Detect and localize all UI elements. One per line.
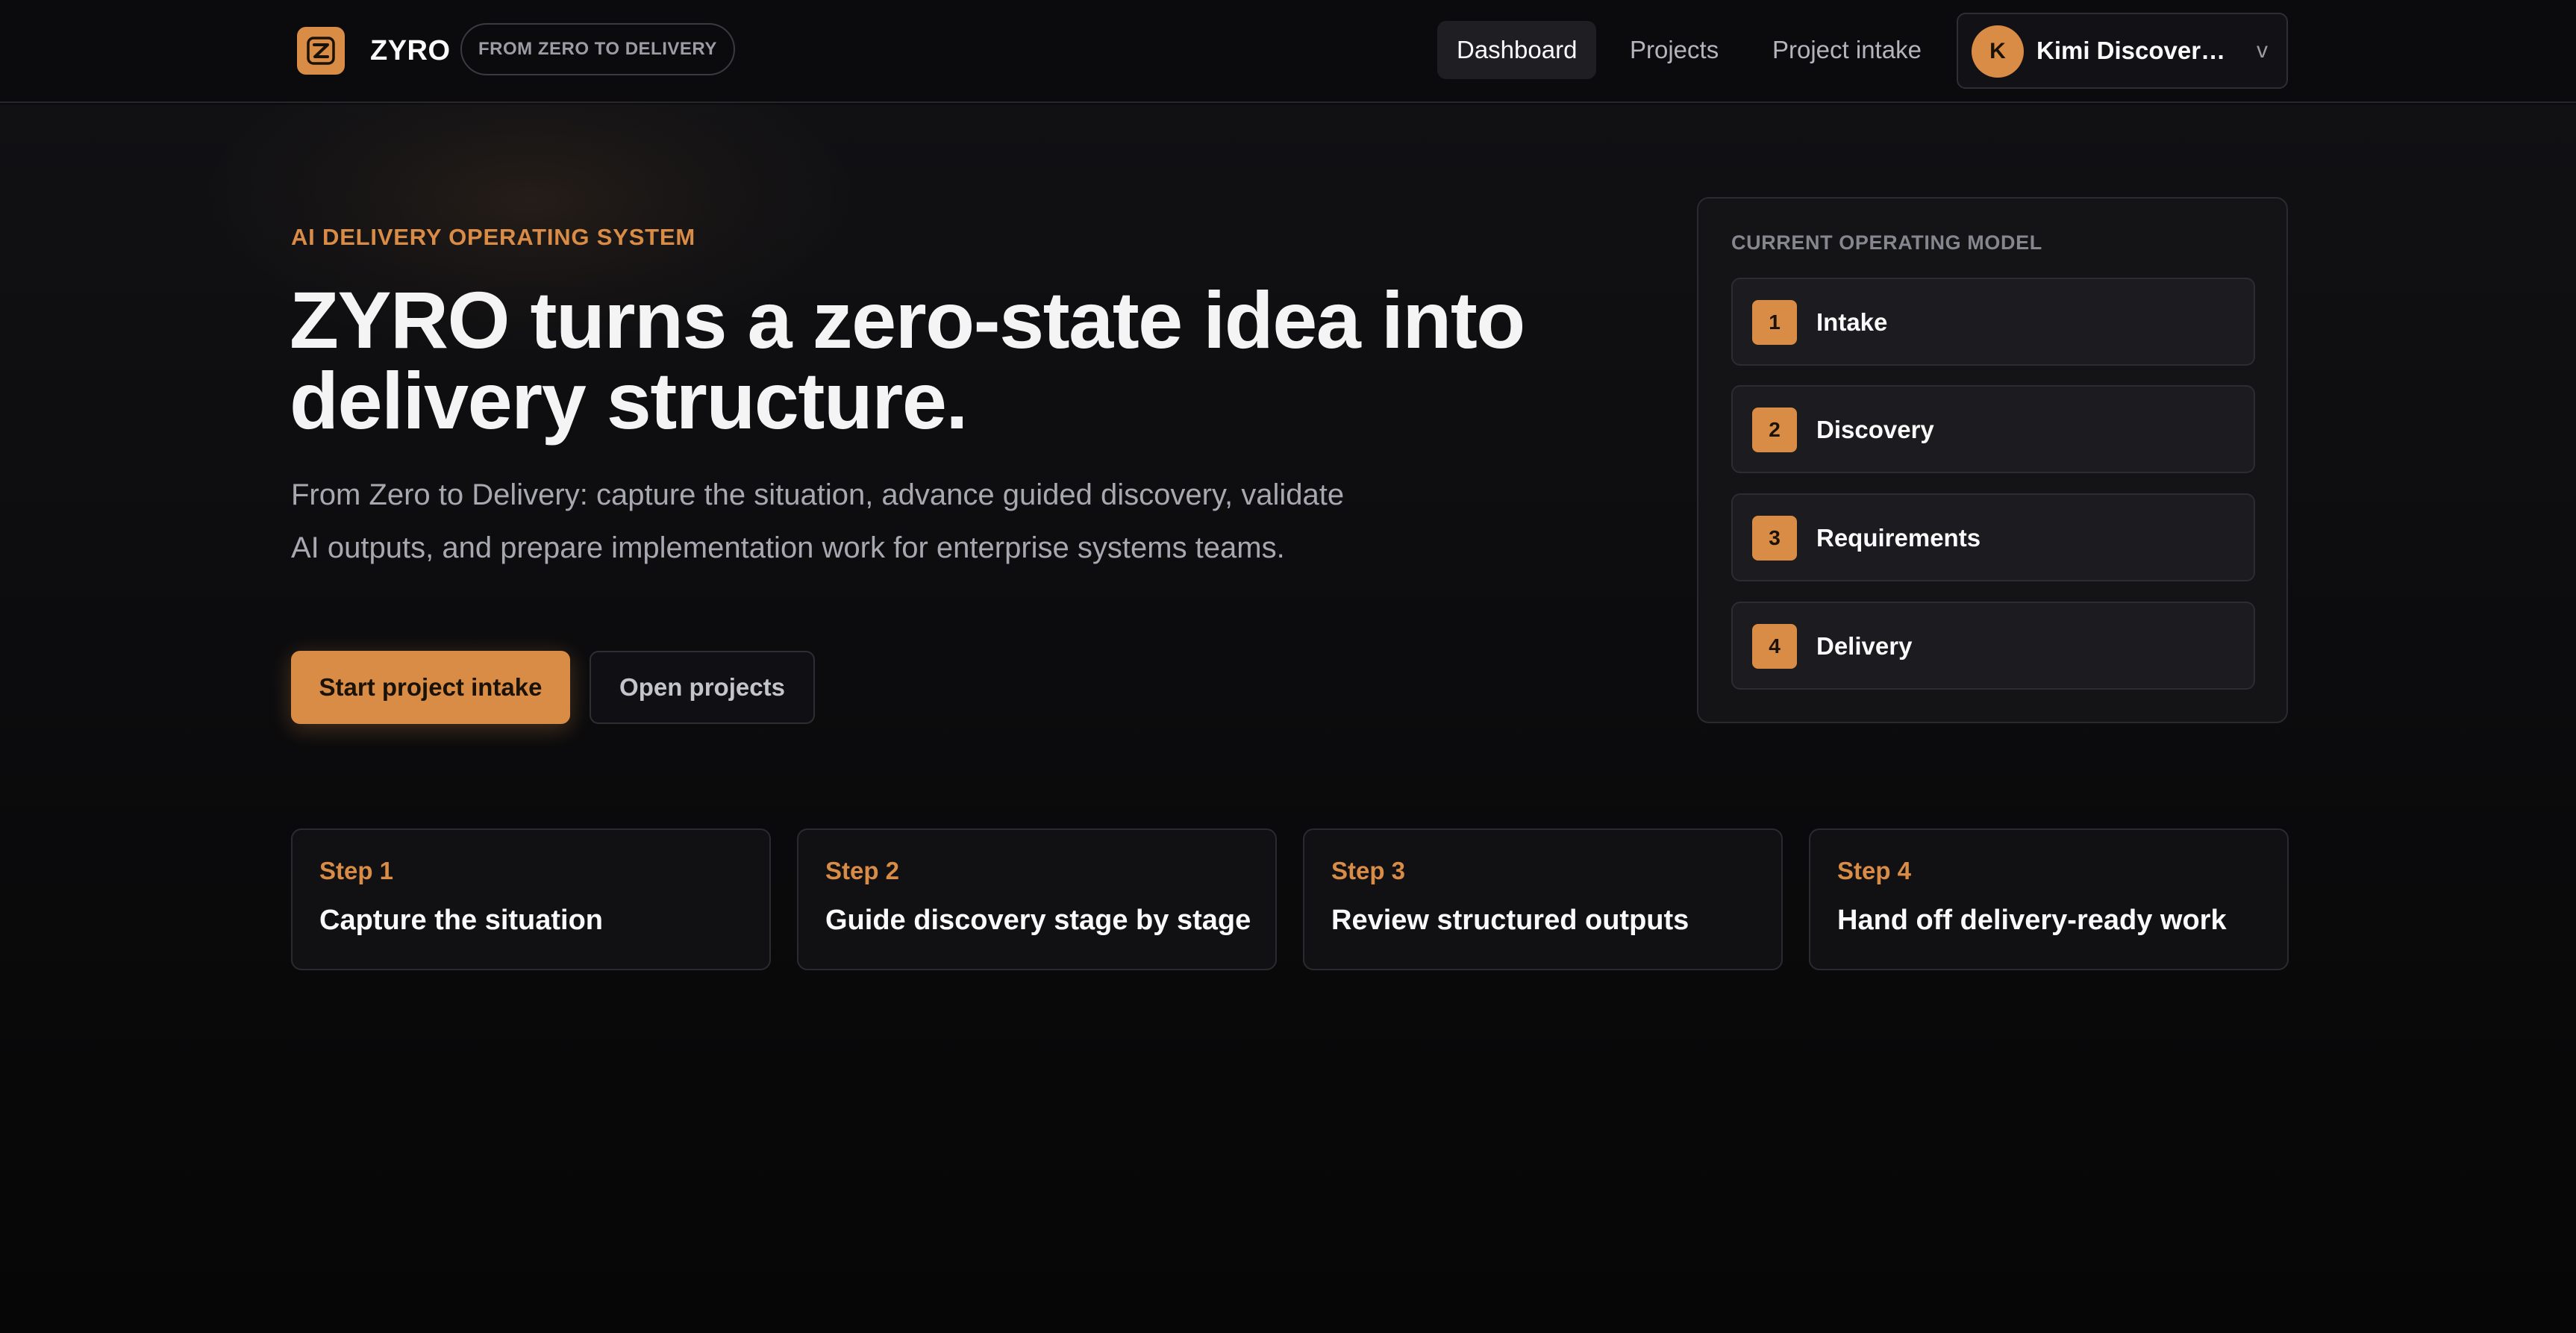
hero-subtitle: From Zero to Delivery: capture the situa… <box>291 478 1345 564</box>
model-step-intake: 1 Intake <box>1731 278 2255 366</box>
user-name: Kimi Discovery A... <box>2036 37 2238 64</box>
flow-card-step-1: Step 1 Capture the situation <box>291 828 771 970</box>
step-number-badge: 1 <box>1752 300 1797 345</box>
nav-dashboard[interactable]: Dashboard <box>1437 21 1597 79</box>
flow-card-step-4: Step 4 Hand off delivery-ready work <box>1809 828 2289 970</box>
flow-step-title: Hand off delivery-ready work <box>1837 905 2227 936</box>
chevron-down-icon: v <box>2257 38 2268 63</box>
nav-project-intake[interactable]: Project intake <box>1753 21 1941 79</box>
step-number-badge: 2 <box>1752 408 1797 452</box>
model-step-discovery: 2 Discovery <box>1731 385 2255 473</box>
flow-step-label: Step 3 <box>1331 857 1406 884</box>
top-nav: ZYRO FROM ZERO TO DELIVERY Dashboard Pro… <box>0 0 2576 103</box>
flow-step-label: Step 4 <box>1837 857 1912 884</box>
step-name: Intake <box>1816 308 1888 336</box>
start-project-intake-button[interactable]: Start project intake <box>291 651 570 724</box>
step-name: Requirements <box>1816 524 1981 552</box>
step-number-badge: 3 <box>1752 516 1797 561</box>
operating-model-card: CURRENT OPERATING MODEL 1 Intake 2 Disco… <box>1697 197 2288 723</box>
z-logo-icon[interactable] <box>297 27 345 75</box>
hero-eyebrow: AI DELIVERY OPERATING SYSTEM <box>291 224 696 250</box>
flow-step-title: Review structured outputs <box>1331 905 1689 936</box>
flow-card-step-2: Step 2 Guide discovery stage by stage <box>797 828 1277 970</box>
nav-projects[interactable]: Projects <box>1610 21 1738 79</box>
brand-tagline-badge: FROM ZERO TO DELIVERY <box>460 23 735 75</box>
flow-step-label: Step 1 <box>319 857 394 884</box>
flow-step-title: Guide discovery stage by stage <box>825 905 1251 936</box>
flow-step-title: Capture the situation <box>319 905 604 936</box>
flow-step-label: Step 2 <box>825 857 900 884</box>
step-name: Discovery <box>1816 416 1934 443</box>
flow-card-step-3: Step 3 Review structured outputs <box>1303 828 1783 970</box>
user-menu-button[interactable]: K Kimi Discovery A... v <box>1957 13 2288 89</box>
z-logo-glyph <box>307 37 335 65</box>
model-step-requirements: 3 Requirements <box>1731 493 2255 581</box>
avatar: K <box>1972 25 2024 78</box>
operating-model-label: CURRENT OPERATING MODEL <box>1731 231 2042 254</box>
page-title: ZYRO turns a zero-state idea into delive… <box>290 275 1525 446</box>
step-name: Delivery <box>1816 632 1913 660</box>
step-number-badge: 4 <box>1752 624 1797 669</box>
brand-name[interactable]: ZYRO <box>370 30 451 72</box>
model-step-delivery: 4 Delivery <box>1731 602 2255 690</box>
open-projects-button[interactable]: Open projects <box>590 651 815 724</box>
